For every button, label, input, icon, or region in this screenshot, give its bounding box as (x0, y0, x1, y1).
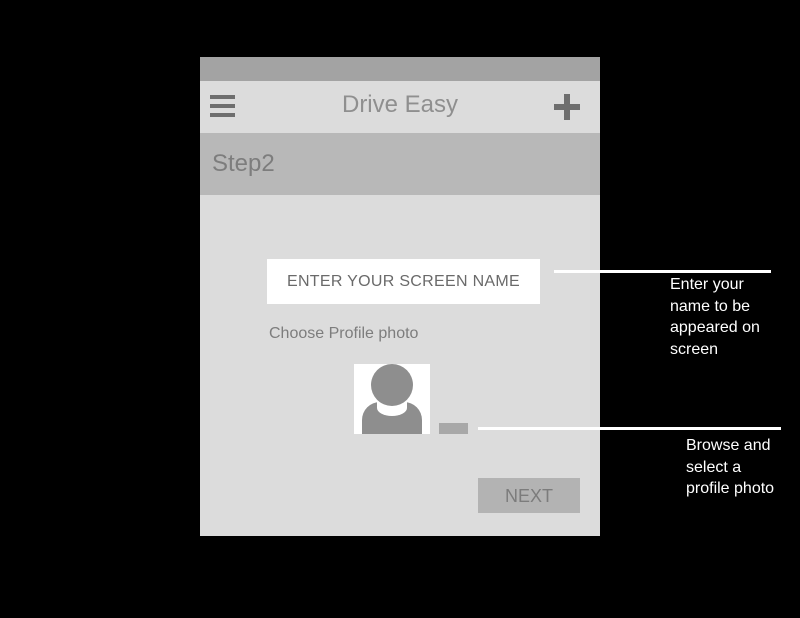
photo-callout-text: Browse and select a profile photo (686, 437, 775, 497)
profile-avatar-placeholder-icon (354, 364, 430, 434)
avatar-head (371, 364, 413, 406)
step-title: Step2 (212, 150, 275, 177)
app-title: Drive Easy (341, 91, 459, 118)
browse-photo-button[interactable] (439, 423, 468, 434)
next-button[interactable]: NEXT (478, 478, 580, 513)
screen-name-callout-text: Enter your name to be appeared on screen (670, 276, 760, 358)
photo-callout-line (478, 427, 781, 430)
screen-name-input[interactable] (267, 259, 540, 304)
plus-icon[interactable] (554, 94, 580, 120)
step-header: Step2 (200, 133, 600, 195)
status-bar (200, 57, 600, 81)
app-header: Drive Easy (200, 81, 600, 133)
plus-icon-vertical (564, 94, 570, 120)
phone-screen: Drive Easy Step2 Choose Profile photo NE… (200, 57, 600, 536)
profile-photo-label: Choose Profile photo (269, 325, 419, 342)
wireframe-canvas: Drive Easy Step2 Choose Profile photo NE… (0, 0, 800, 618)
screen-name-callout-line (554, 270, 771, 273)
